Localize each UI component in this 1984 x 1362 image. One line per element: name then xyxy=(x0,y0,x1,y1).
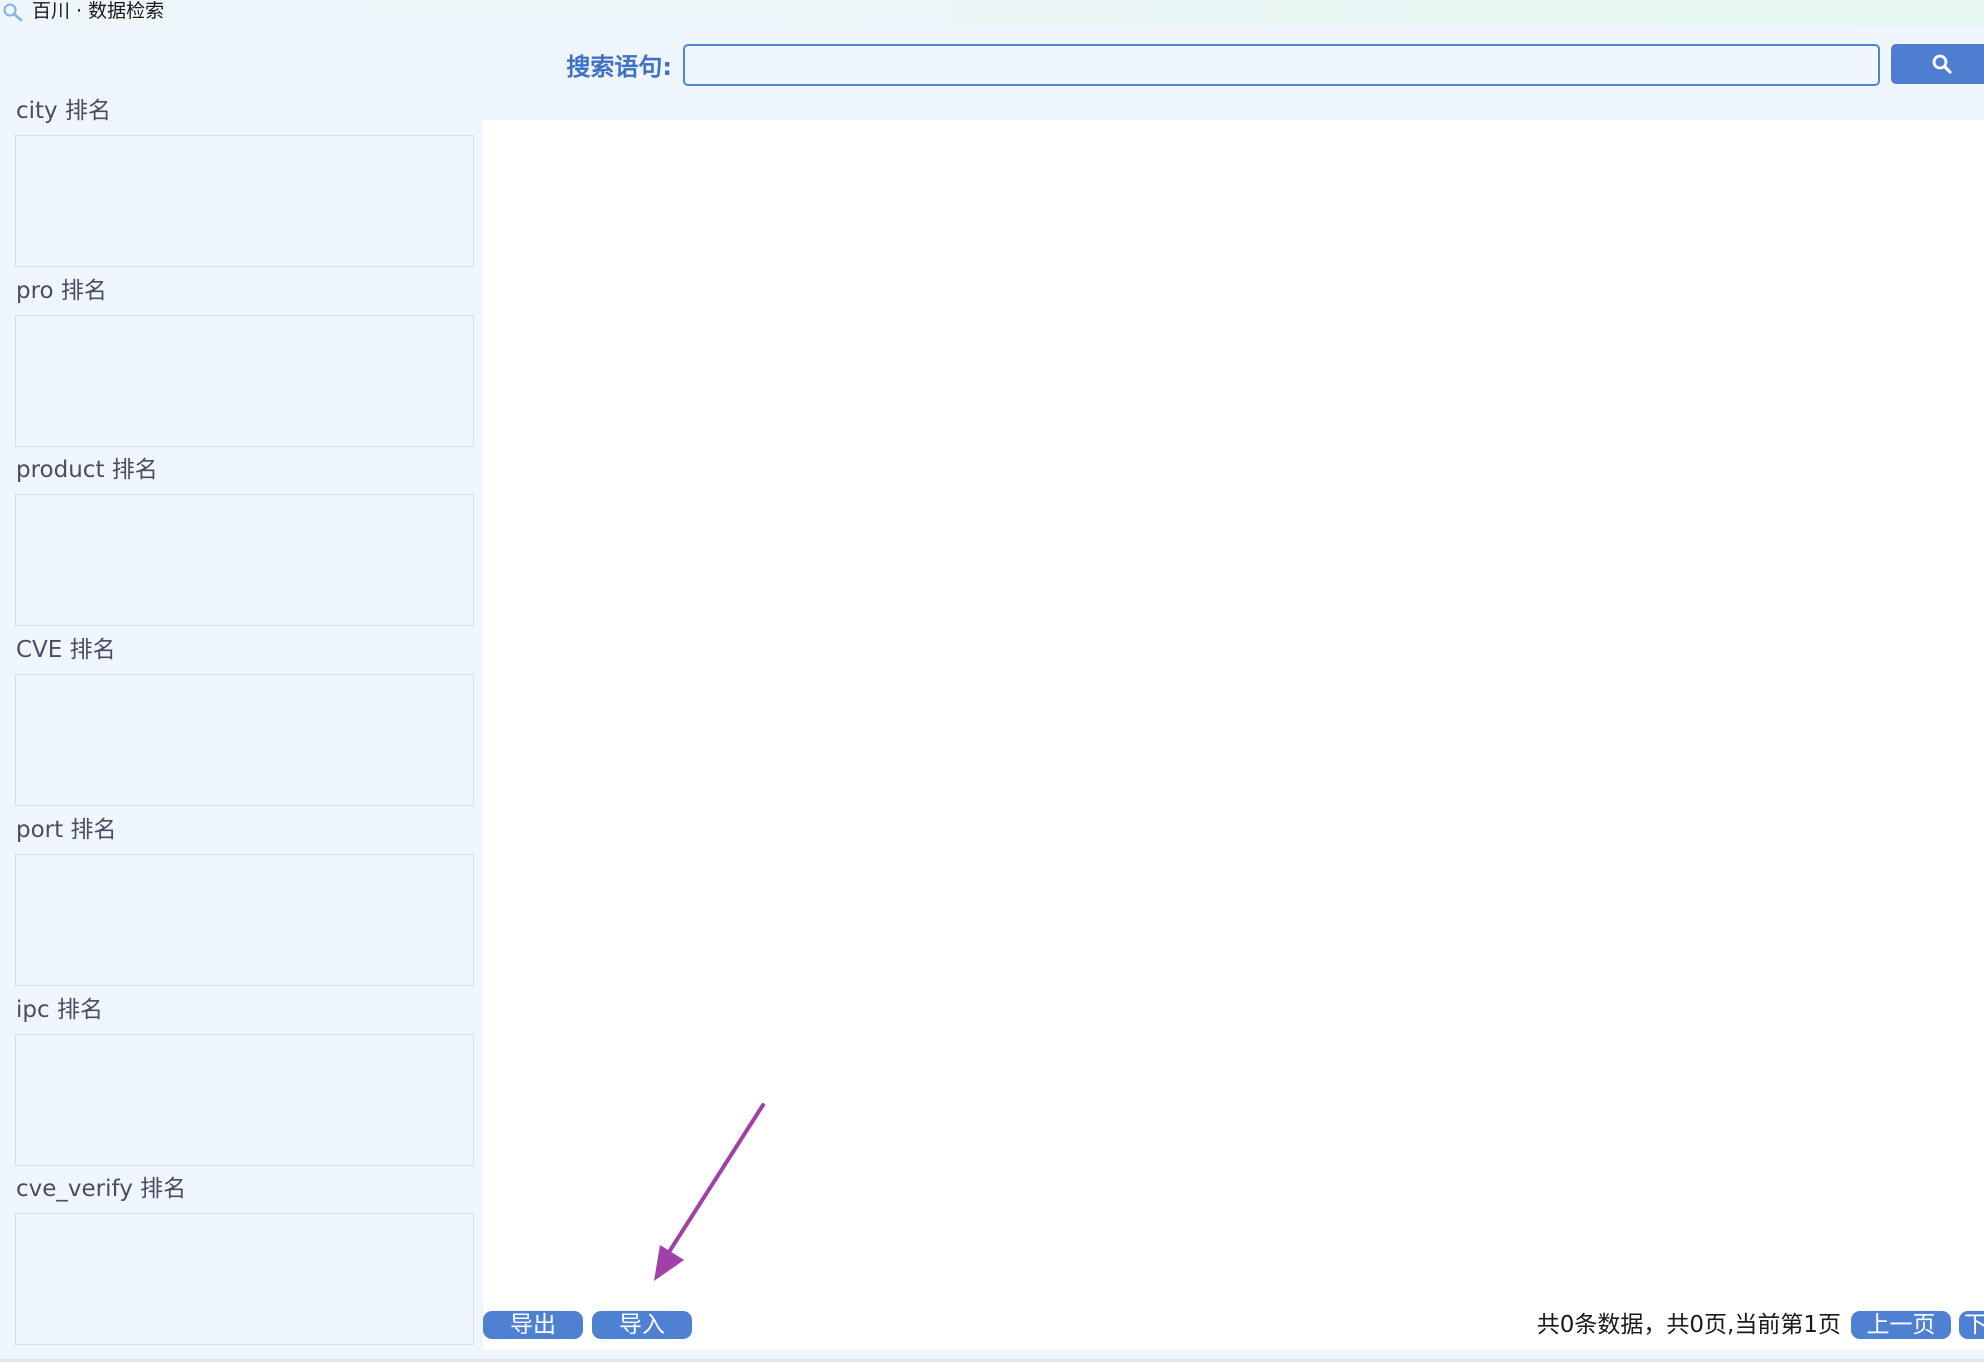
pro-ranking-label: pro 排名 xyxy=(16,278,107,304)
search-input[interactable] xyxy=(683,44,1880,86)
import-button[interactable]: 导入 xyxy=(592,1311,692,1339)
ranking-sidebar: city 排名 pro 排名 product 排名 CVE 排名 port 排名… xyxy=(0,96,480,1351)
cve-verify-ranking-list[interactable] xyxy=(15,1213,474,1345)
title-bar: 百川 · 数据检索 xyxy=(0,0,1984,26)
search-label: 搜索语句: xyxy=(566,53,672,81)
next-page-button[interactable]: 下一页 xyxy=(1959,1311,1984,1339)
window-title: 百川 · 数据检索 xyxy=(32,0,165,22)
ipc-ranking-label: ipc 排名 xyxy=(16,997,103,1023)
export-button[interactable]: 导出 xyxy=(483,1311,583,1339)
product-ranking-label: product 排名 xyxy=(16,457,158,483)
annotation-arrow-icon xyxy=(654,1103,765,1281)
port-ranking-label: port 排名 xyxy=(16,817,117,843)
cve-ranking-label: CVE 排名 xyxy=(16,637,116,663)
cve-verify-ranking-label: cve_verify 排名 xyxy=(16,1176,187,1202)
search-button[interactable] xyxy=(1891,44,1984,84)
pro-ranking-list[interactable] xyxy=(15,315,474,447)
cve-ranking-list[interactable] xyxy=(15,674,474,806)
ipc-ranking-list[interactable] xyxy=(15,1034,474,1166)
product-ranking-list[interactable] xyxy=(15,494,474,626)
magnifier-icon xyxy=(3,3,23,22)
port-ranking-list[interactable] xyxy=(15,854,474,986)
search-icon xyxy=(1932,54,1952,74)
city-ranking-list[interactable] xyxy=(15,135,474,267)
prev-page-button[interactable]: 上一页 xyxy=(1851,1311,1951,1339)
city-ranking-label: city 排名 xyxy=(16,98,111,124)
pagination-status: 共0条数据，共0页,当前第1页 xyxy=(1536,1312,1841,1338)
